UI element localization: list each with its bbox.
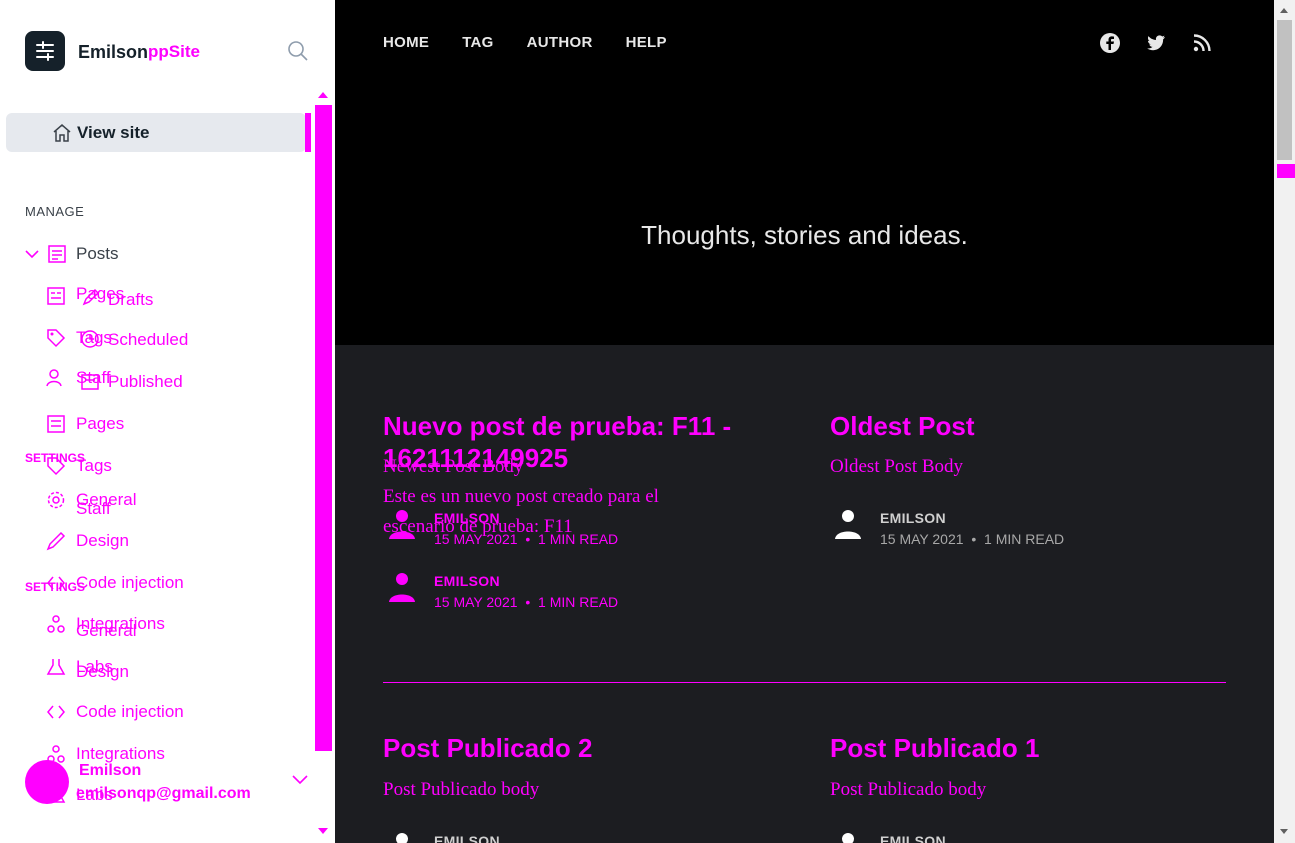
user-icon [389, 573, 415, 602]
pages-icon [47, 415, 65, 433]
sidebar-item-design[interactable]: Design [46, 531, 129, 551]
scroll-down-arrow[interactable] [1280, 829, 1288, 834]
sidebar-item-label: Code injection [76, 702, 184, 721]
site-tagline: Thoughts, stories and ideas. [641, 220, 968, 250]
post-title[interactable]: Post Publicado 2 [383, 732, 753, 764]
sidebar-item-integrations[interactable]: Integrations General [46, 614, 165, 640]
sidebar-item-label: Drafts [108, 290, 154, 309]
post-excerpt: Post Publicado body [830, 779, 987, 800]
brand[interactable] [25, 31, 65, 71]
labs-icon [46, 659, 66, 675]
search-icon[interactable] [287, 40, 309, 62]
tag-icon [47, 457, 66, 476]
post-divider [383, 682, 1226, 683]
chevron-down-icon [25, 250, 39, 259]
page-scrollbar[interactable] [1274, 0, 1295, 843]
clock-icon [81, 330, 99, 348]
post-excerpt: Oldest Post Body [830, 456, 964, 477]
sidebar-item-code-injection-dup[interactable]: Code injection [46, 702, 184, 722]
sidebar-item-tags[interactable]: Tags [46, 456, 112, 476]
user-icon [396, 833, 408, 843]
rss-icon[interactable] [1191, 32, 1213, 54]
sidebar-item-label: Code injection [76, 573, 184, 592]
post-author[interactable]: EMILSON [434, 573, 500, 589]
post-author[interactable]: EMILSON [880, 833, 946, 843]
sidebar-item-general-dup: General [76, 621, 137, 640]
sidebar-item-scheduled[interactable]: Tags Scheduled [46, 328, 188, 349]
scroll-marker [1277, 164, 1295, 178]
sidebar-item-staff-label: Staff [76, 499, 111, 518]
user-email: emilsonqp@gmail.com [76, 785, 251, 802]
site-nav: HOME TAG AUTHOR HELP [383, 34, 700, 51]
user-icon [835, 510, 861, 539]
admin-sidebar: Emilson ppSite View site MANAGE Posts Pa… [0, 0, 335, 843]
site-preview: HOME TAG AUTHOR HELP Thoughts, stories a… [335, 0, 1274, 843]
manage-section-label: MANAGE [25, 204, 85, 219]
nav-author-link[interactable]: AUTHOR [527, 34, 593, 51]
post-title[interactable]: Post Publicado 1 [830, 732, 1200, 764]
sidebar-item-general[interactable]: General Staff [46, 490, 136, 518]
sidebar-item-pages[interactable]: Pages [46, 414, 124, 434]
sidebar-item-label: Integrations [76, 744, 165, 763]
posts-icon [48, 245, 66, 263]
pen-icon [82, 288, 100, 306]
sidebar-item-labs[interactable]: Labs Design [46, 657, 129, 681]
active-indicator [305, 113, 311, 152]
sidebar-scroll-up[interactable] [318, 92, 328, 98]
post-date: 15 MAY 2021 • 1 MIN READ [434, 531, 619, 547]
post-card[interactable]: Post Publicado 2 [383, 732, 753, 764]
post-excerpt-overlay: Newest Post Body [383, 456, 524, 477]
sidebar-item-posts[interactable]: Posts [25, 244, 119, 264]
post-date: 15 MAY 2021 • 1 MIN READ [880, 531, 1065, 547]
sidebar-item-label: Posts [76, 244, 119, 263]
post-card[interactable]: Oldest Post [830, 410, 1200, 442]
sidebar-scrollbar[interactable] [315, 105, 332, 751]
view-site-button[interactable]: View site [6, 113, 306, 152]
post-author[interactable]: EMILSON [434, 833, 500, 843]
post-date: 15 MAY 2021 • 1 MIN READ [434, 594, 619, 610]
nav-tag-link[interactable]: TAG [462, 34, 493, 51]
chevron-down-icon[interactable] [292, 775, 308, 785]
scroll-thumb[interactable] [1277, 20, 1292, 160]
twitter-icon[interactable] [1145, 32, 1167, 54]
user-name: Emilson [79, 762, 142, 779]
post-card[interactable]: Post Publicado 1 [830, 732, 1200, 764]
sidebar-scroll-down[interactable] [318, 828, 328, 834]
pages-icon [47, 287, 65, 305]
nav-help-link[interactable]: HELP [626, 34, 667, 51]
sidebar-item-label: Tags [76, 456, 112, 475]
post-title[interactable]: Oldest Post [830, 410, 1200, 442]
staff-icon [46, 369, 62, 387]
user-icon [389, 510, 415, 539]
facebook-icon[interactable] [1099, 32, 1121, 54]
sidebar-item-label: Design [76, 531, 129, 550]
design-icon [46, 531, 66, 551]
brand-logo-icon [25, 31, 65, 71]
sidebar-item-label: Pages [76, 414, 125, 433]
sidebar-item-integrations-dup[interactable]: Integrations [46, 744, 165, 764]
view-site-label: View site [77, 122, 150, 142]
sidebar-item-label: Published [108, 372, 183, 391]
post-author[interactable]: EMILSON [434, 510, 500, 526]
sidebar-item-label: Scheduled [108, 330, 189, 349]
home-icon [53, 124, 71, 142]
scroll-up-arrow[interactable] [1280, 8, 1288, 13]
published-icon [81, 374, 99, 390]
sidebar-item-design-dup: Design [76, 662, 129, 681]
settings-section-label-dup: SETTINGS [25, 580, 86, 594]
post-excerpt: Post Publicado body [383, 779, 540, 800]
nav-home-link[interactable]: HOME [383, 34, 429, 51]
user-icon [842, 833, 854, 843]
brand-name: Emilson [78, 42, 149, 62]
code-icon [47, 705, 65, 719]
tag-icon [47, 329, 66, 348]
gear-icon [47, 491, 65, 509]
integrations-icon [47, 615, 65, 633]
sidebar-item-drafts[interactable]: Pages Drafts [46, 284, 153, 309]
sidebar-item-published[interactable]: Staff Published [46, 368, 183, 391]
site-header: HOME TAG AUTHOR HELP Thoughts, stories a… [335, 0, 1274, 345]
post-author[interactable]: EMILSON [880, 510, 946, 526]
brand-name-overlay: ppSite [148, 42, 200, 61]
user-avatar[interactable] [25, 760, 69, 804]
